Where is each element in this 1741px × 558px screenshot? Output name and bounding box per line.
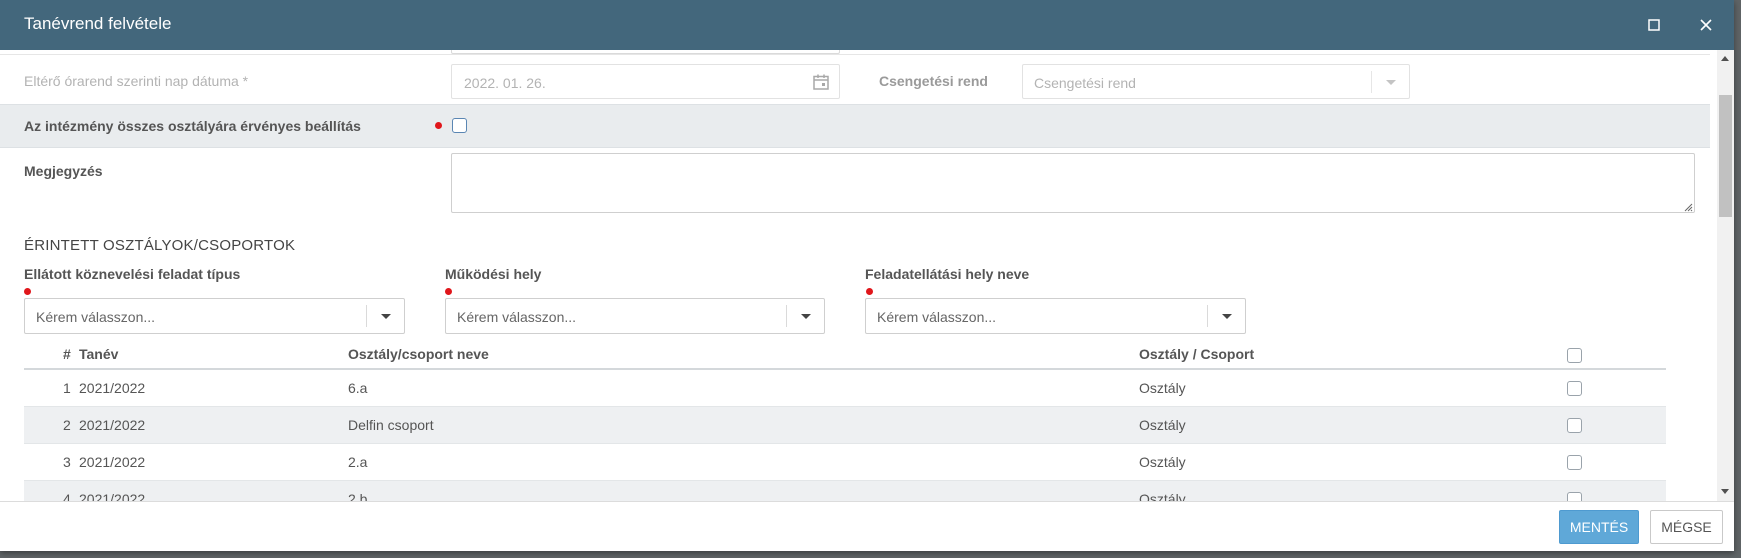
scrollbar-thumb[interactable] bbox=[1719, 95, 1732, 217]
modal-body: Eltérő órarend szerinti nap dátuma * 202… bbox=[0, 50, 1734, 501]
scroll-down-icon[interactable] bbox=[1721, 489, 1729, 494]
backdrop-edge-bottom bbox=[0, 551, 1741, 558]
table-header: # Tanév Osztály/csoport neve Osztály / C… bbox=[24, 340, 1666, 370]
modal-titlebar: Tanévrend felvétele bbox=[0, 0, 1734, 50]
row-num: 1 bbox=[63, 380, 71, 396]
row-divider bbox=[0, 54, 1710, 55]
row-checkbox[interactable] bbox=[1567, 455, 1582, 470]
location-placeholder: Kérem válasszon... bbox=[877, 309, 997, 325]
alt-date-value: 2022. 01. 26. bbox=[464, 75, 546, 91]
row-year: 2021/2022 bbox=[79, 491, 146, 501]
header-type[interactable]: Osztály / Csoport bbox=[1139, 346, 1254, 362]
row-num: 4 bbox=[63, 491, 71, 501]
row-year: 2021/2022 bbox=[79, 380, 146, 396]
row-num: 2 bbox=[63, 417, 71, 433]
required-indicator bbox=[445, 288, 452, 295]
row-type: Osztály bbox=[1139, 380, 1186, 396]
section-title: ÉRINTETT OSZTÁLYOK/CSOPORTOK bbox=[24, 237, 296, 254]
resize-grip-icon[interactable] bbox=[1683, 201, 1693, 212]
row-name: Delfin csoport bbox=[348, 417, 434, 433]
filter-label-task-type: Ellátott köznevelési feladat típus bbox=[24, 266, 241, 282]
row-type: Osztály bbox=[1139, 454, 1186, 470]
table-row: 4 2021/2022 2.b Osztály bbox=[24, 481, 1666, 501]
header-name[interactable]: Osztály/csoport neve bbox=[348, 346, 489, 362]
row-type: Osztály bbox=[1139, 491, 1186, 501]
header-num: # bbox=[63, 346, 71, 362]
alt-date-input: 2022. 01. 26. bbox=[451, 64, 840, 99]
close-icon[interactable] bbox=[1695, 14, 1717, 36]
row-checkbox[interactable] bbox=[1567, 492, 1582, 501]
bell-select: Csengetési rend bbox=[1022, 64, 1410, 99]
maximize-icon[interactable] bbox=[1645, 16, 1663, 34]
row-checkbox[interactable] bbox=[1567, 418, 1582, 433]
modal-title: Tanévrend felvétele bbox=[24, 14, 172, 33]
modal-dialog: Tanévrend felvétele Eltérő órarend szeri… bbox=[0, 0, 1734, 551]
table-row: 2 2021/2022 Delfin csoport Osztály bbox=[24, 407, 1666, 444]
row-year: 2021/2022 bbox=[79, 454, 146, 470]
all-classes-checkbox[interactable] bbox=[452, 118, 467, 133]
site-select[interactable]: Kérem válasszon... bbox=[445, 298, 825, 334]
required-indicator bbox=[435, 122, 442, 129]
location-select[interactable]: Kérem válasszon... bbox=[865, 298, 1246, 334]
table-row: 3 2021/2022 2.a Osztály bbox=[24, 444, 1666, 481]
site-placeholder: Kérem válasszon... bbox=[457, 309, 577, 325]
row-type: Osztály bbox=[1139, 417, 1186, 433]
select-all-checkbox[interactable] bbox=[1567, 348, 1582, 363]
note-label: Megjegyzés bbox=[24, 163, 103, 179]
all-classes-label: Az intézmény összes osztályára érvényes … bbox=[24, 118, 361, 134]
cancel-button[interactable]: MÉGSE bbox=[1650, 510, 1723, 544]
table-row: 1 2021/2022 6.a Osztály bbox=[24, 370, 1666, 407]
task-type-select[interactable]: Kérem válasszon... bbox=[24, 298, 405, 334]
row-name: 2.b bbox=[348, 491, 368, 501]
note-textarea[interactable] bbox=[451, 153, 1695, 213]
row-name: 6.a bbox=[348, 380, 368, 396]
backdrop-edge-right bbox=[1734, 0, 1741, 558]
chevron-down-icon bbox=[786, 305, 824, 327]
header-year[interactable]: Tanév bbox=[79, 346, 118, 362]
alt-date-label: Eltérő órarend szerinti nap dátuma * bbox=[24, 73, 249, 89]
chevron-down-icon bbox=[1207, 305, 1245, 327]
all-classes-row: Az intézmény összes osztályára érvényes … bbox=[0, 104, 1710, 148]
filter-label-location: Feladatellátási hely neve bbox=[865, 266, 1030, 282]
required-indicator bbox=[24, 288, 31, 295]
chevron-down-icon bbox=[366, 305, 404, 327]
task-type-placeholder: Kérem válasszon... bbox=[36, 309, 156, 325]
row-checkbox[interactable] bbox=[1567, 381, 1582, 396]
row-name: 2.a bbox=[348, 454, 368, 470]
calendar-icon bbox=[812, 73, 830, 91]
scroll-up-icon[interactable] bbox=[1721, 56, 1729, 61]
bell-label: Csengetési rend bbox=[879, 73, 988, 89]
row-year: 2021/2022 bbox=[79, 417, 146, 433]
bell-placeholder: Csengetési rend bbox=[1034, 75, 1136, 91]
filter-label-site: Működési hely bbox=[445, 266, 542, 282]
row-num: 3 bbox=[63, 454, 71, 470]
vertical-scrollbar[interactable] bbox=[1717, 50, 1734, 501]
required-indicator bbox=[866, 288, 873, 295]
chevron-down-icon bbox=[1371, 71, 1409, 93]
modal-footer: MENTÉS MÉGSE bbox=[0, 501, 1734, 551]
save-button[interactable]: MENTÉS bbox=[1559, 510, 1639, 544]
